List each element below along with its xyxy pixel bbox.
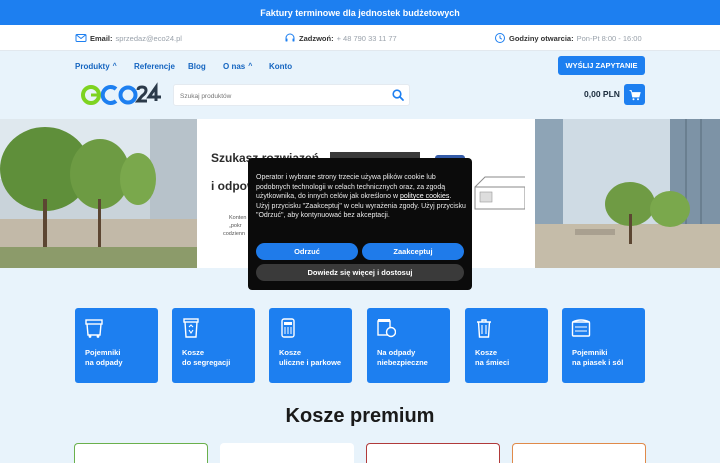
nav-label: Produkty [75,61,110,71]
email-label: Email: [90,33,113,43]
search-input[interactable] [174,86,374,107]
cookie-policy-link[interactable]: polityce cookies [400,193,449,200]
announcement-bar: Faktury terminowe dla jednostek budżetow… [0,0,720,25]
chevron-up-icon: ^ [112,62,117,70]
nav-label: Konto [269,61,293,71]
cart-icon [629,89,641,100]
hours-label: Godziny otwarcia: [509,33,574,43]
category-label: Kosze na śmieci [475,348,510,367]
street-bin-icon [281,318,295,338]
header-row: 0,00 PLN [0,81,720,119]
category-tile-kosze-uliczne[interactable]: Kosze uliczne i parkowe [269,308,352,383]
clock-icon [495,33,505,43]
cookie-text-end: . [449,193,452,200]
product-card[interactable] [74,443,208,463]
search-box [173,84,410,107]
category-tile-piasek-i-sol[interactable]: Pojemniki na piasek i sól [562,308,645,383]
trash-can-icon [477,319,491,338]
nav-label: O nas [223,61,246,71]
reject-button[interactable]: Odrzuć [256,243,358,260]
nav-label: Referencje [134,61,175,71]
phone-contact[interactable]: Zadzwoń: + 48 790 33 11 77 [284,25,397,51]
hero-left-photo [0,119,197,268]
send-inquiry-button[interactable]: WYŚLIJ ZAPYTANIE [558,56,645,75]
mail-icon [75,34,87,42]
phone-value[interactable]: + 48 790 33 11 77 [337,34,397,43]
announcement-text: Faktury terminowe dla jednostek budżetow… [260,7,460,18]
section-title: Kosze premium [285,405,435,427]
search-icon[interactable] [391,88,405,102]
nav-item-o-nas[interactable]: O nas ^ [223,51,252,81]
bin-container-icon [85,319,103,338]
contact-bar: Email: sprzedaz@eco24.pl Zadzwoń: + 48 7… [0,25,720,51]
customize-button[interactable]: Dowiedz się więcej i dostosuj [256,264,464,281]
nav-item-blog[interactable]: Blog [188,51,206,81]
nav-label: Blog [188,61,206,71]
cookie-consent-dialog: Operator i wybrane strony trzecie używa … [248,158,472,290]
cart-button[interactable] [624,84,645,105]
recycle-bin-icon [183,318,199,338]
cookie-text-part-2: Użyj przycisku "Zaakceptuj" w celu wyraż… [256,202,466,220]
nav-item-konto[interactable]: Konto [269,51,292,81]
email-contact[interactable]: Email: sprzedaz@eco24.pl [75,25,182,51]
category-tile-kosze-na-smieci[interactable]: Kosze na śmieci [465,308,548,383]
product-card[interactable] [220,443,354,463]
product-card[interactable] [512,443,646,463]
category-tile-pojemniki-na-odpady[interactable]: Pojemniki na odpady [75,308,158,383]
chevron-up-icon: ^ [248,62,253,70]
email-value[interactable]: sprzedaz@eco24.pl [116,34,182,43]
phone-label: Zadzwoń: [299,33,334,43]
hazard-bin-icon [377,319,396,338]
sand-container-icon [571,319,591,337]
hours-contact: Godziny otwarcia: Pon-Pt 8:00 - 16:00 [494,25,642,51]
eco24-logo[interactable] [80,82,162,108]
headset-icon [285,33,295,42]
category-label: Kosze do segregacji [182,348,231,367]
category-label: Pojemniki na odpady [85,348,123,367]
nav-item-referencje[interactable]: Referencje [134,51,175,81]
hours-value: Pon-Pt 8:00 - 16:00 [576,33,642,43]
category-tile-odpady-niebezpieczne[interactable]: Na odpady niebezpieczne [367,308,450,383]
category-tile-kosze-do-segregacji[interactable]: Kosze do segregacji [172,308,255,383]
nav-item-produkty[interactable]: Produkty ^ [75,51,117,81]
product-card[interactable] [366,443,500,463]
category-label: Na odpady niebezpieczne [377,348,428,367]
accept-button[interactable]: Zaakceptuj [362,243,464,260]
cookie-text: Operator i wybrane strony trzecie używa … [256,173,466,221]
cart-total[interactable]: 0,00 PLN [584,89,620,99]
category-label: Pojemniki na piasek i sól [572,348,624,367]
hero-right-photo [535,119,720,268]
category-label: Kosze uliczne i parkowe [279,348,342,367]
